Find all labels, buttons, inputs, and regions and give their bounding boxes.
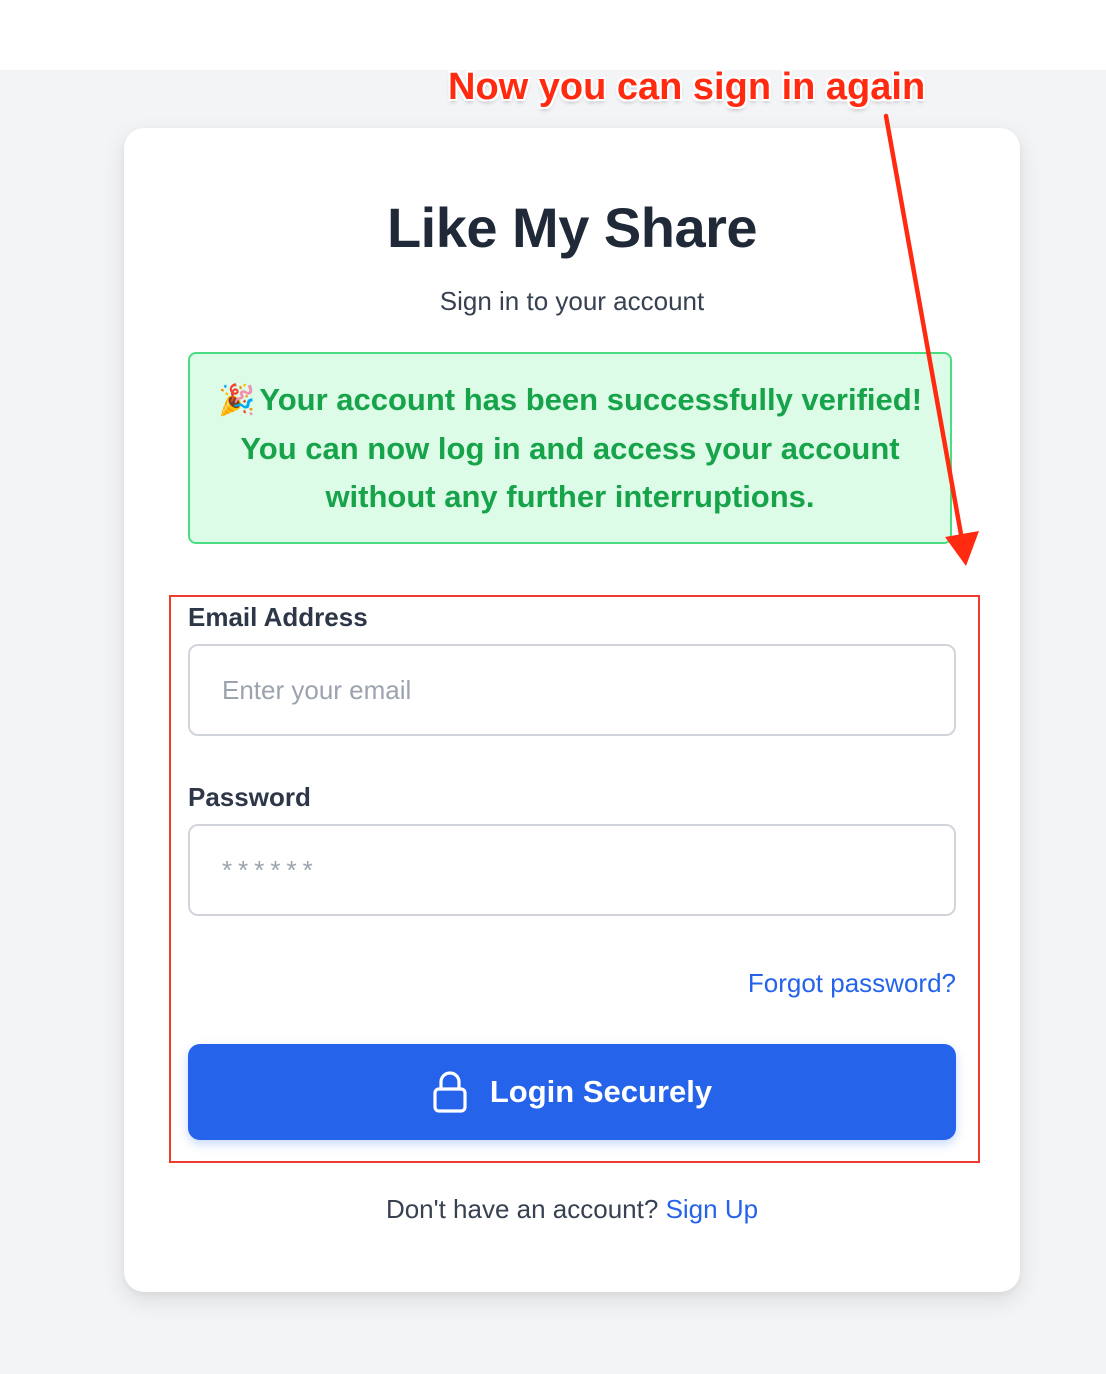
party-popper-icon: 🎉 — [217, 383, 256, 417]
success-alert-content: 🎉 Your account has been successfully veri… — [206, 376, 934, 521]
forgot-password-link[interactable]: Forgot password? — [748, 966, 956, 1000]
login-button-label: Login Securely — [489, 1074, 713, 1109]
password-field[interactable] — [188, 824, 956, 916]
success-alert: 🎉 Your account has been successfully veri… — [188, 352, 952, 544]
email-label: Email Address — [188, 602, 368, 632]
signup-prompt: Don't have an account? Sign Up — [0, 1192, 1106, 1226]
lock-icon — [433, 1071, 467, 1113]
page-subtitle: Sign in to your account — [439, 286, 705, 316]
annotation-caption: Now you can sign in again — [448, 66, 926, 108]
email-field[interactable] — [188, 644, 956, 736]
signup-link[interactable]: Sign Up — [666, 1194, 759, 1224]
password-label: Password — [188, 782, 311, 812]
success-alert-message: Your account has been successfully verif… — [240, 381, 923, 514]
app-title: Like My Share — [386, 196, 758, 259]
login-button[interactable]: Login Securely — [188, 1044, 956, 1140]
signup-prompt-text: Don't have an account? — [385, 1194, 659, 1224]
